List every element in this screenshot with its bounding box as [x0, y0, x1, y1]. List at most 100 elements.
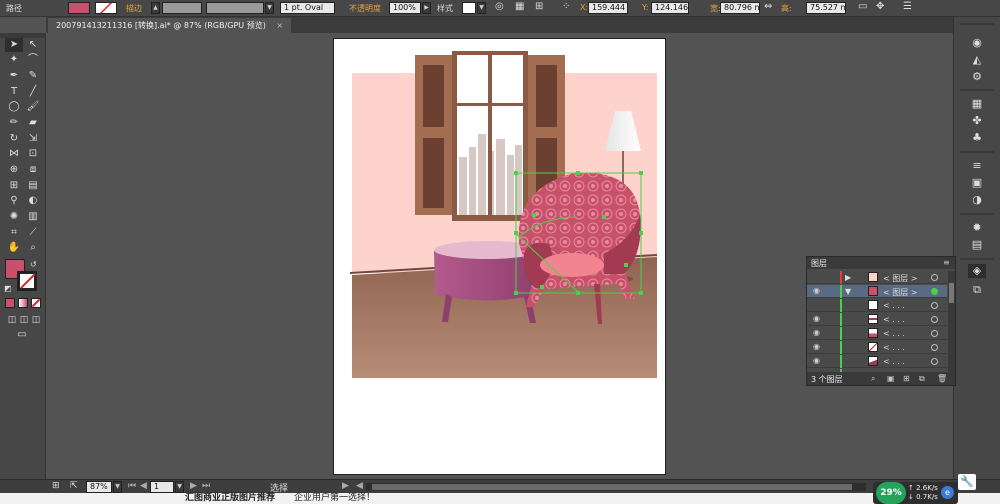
ad-subtext[interactable]: 企业用户第一选择！	[294, 493, 375, 504]
visibility-eye-icon[interactable]: ◉	[813, 314, 820, 323]
transparency-panel-icon[interactable]: ◑	[968, 193, 986, 207]
reference-point-icon[interactable]: ⁘	[562, 1, 570, 12]
selection-tool-icon[interactable]: ➤	[5, 38, 23, 52]
layer-row[interactable]: ◉ < . . .	[807, 355, 947, 368]
expand-arrow-icon[interactable]: ▶	[845, 273, 851, 282]
blend-tool-icon[interactable]: ◐	[24, 194, 42, 208]
gradient-tool-icon[interactable]: ▤	[24, 179, 42, 193]
gradient-panel-icon[interactable]: ▣	[968, 176, 986, 190]
target-icon[interactable]	[931, 274, 938, 281]
layer-row[interactable]: < . . .	[807, 299, 947, 312]
network-speed-widget[interactable]: 29% ↑ 2.6K/s ↓ 0.7K/s e	[873, 482, 958, 504]
graph-tool-icon[interactable]: ▥	[24, 210, 42, 224]
target-icon[interactable]	[931, 358, 938, 365]
arrange-icon[interactable]: ✥	[876, 1, 884, 12]
appearance-panel-icon[interactable]: ✹	[968, 221, 986, 235]
stroke-swatch[interactable]	[95, 2, 117, 14]
document-tab[interactable]: 200791413211316 [转换].ai* @ 87% (RGB/GPU …	[48, 18, 292, 33]
layer-row[interactable]: ◉ < . . .	[807, 313, 947, 326]
locate-object-icon[interactable]: ⌕	[871, 374, 875, 384]
browser-icon[interactable]: e	[941, 486, 954, 499]
brushes-panel-icon[interactable]: ✤	[968, 114, 986, 128]
screen-mode-icon[interactable]: ▭	[13, 328, 31, 342]
ellipse-tool-icon[interactable]: ◯	[5, 100, 23, 114]
direct-selection-tool-icon[interactable]: ↖	[24, 38, 42, 52]
artboards-panel-icon[interactable]: ⧉	[968, 283, 986, 297]
scroll-left-icon[interactable]: ◀	[356, 481, 363, 491]
hand-tool-icon[interactable]: ✋	[5, 241, 23, 255]
layers-panel-header[interactable]: 图层 ≡	[807, 257, 955, 269]
none-mode-icon[interactable]	[31, 298, 41, 308]
brush-field[interactable]: 1 pt. Oval	[280, 2, 335, 14]
eyedropper-tool-icon[interactable]: ⚲	[5, 194, 23, 208]
delete-layer-icon[interactable]: 🗑	[937, 374, 947, 383]
symbols-panel-icon[interactable]: ♣	[968, 131, 986, 145]
color-mode-icon[interactable]	[5, 298, 15, 308]
scale-tool-icon[interactable]: ⇲	[24, 132, 42, 146]
opacity-field[interactable]: 100%	[389, 2, 421, 14]
last-artboard-icon[interactable]: ⏭	[202, 481, 210, 491]
target-icon[interactable]	[931, 288, 938, 295]
style-swatch[interactable]	[462, 2, 476, 14]
create-sublayer-icon[interactable]: ⊞	[903, 374, 910, 383]
link-icon[interactable]: ⇔	[764, 1, 772, 12]
layers-scrollbar[interactable]	[948, 271, 955, 374]
zoom-dropdown[interactable]: ▼	[113, 481, 122, 493]
symbol-sprayer-tool-icon[interactable]: ✺	[5, 210, 23, 224]
horizontal-scrollbar[interactable]	[366, 483, 866, 491]
target-icon[interactable]	[931, 330, 938, 337]
free-transform-tool-icon[interactable]: ⊡	[24, 147, 42, 161]
magic-wand-tool-icon[interactable]: ✦	[5, 53, 23, 67]
shape-builder-tool-icon[interactable]: ⊕	[5, 163, 23, 177]
recolor-icon[interactable]: ◎	[495, 1, 504, 12]
layer-row[interactable]: ◉ ▼ < 图层 >	[807, 285, 947, 298]
paintbrush-tool-icon[interactable]: 🖌	[24, 100, 42, 114]
visibility-eye-icon[interactable]: ◉	[813, 356, 820, 365]
gradient-mode-icon[interactable]	[18, 298, 28, 308]
pen-tool-icon[interactable]: ✒	[5, 69, 23, 83]
variable-width-dropdown[interactable]: ▼	[265, 2, 274, 14]
make-clipping-mask-icon[interactable]: ▣	[887, 374, 895, 383]
opacity-dropdown[interactable]: ▶	[422, 2, 431, 14]
zoom-tool-icon[interactable]: ⌕	[24, 241, 42, 255]
x-field[interactable]: 159.444	[588, 2, 628, 14]
status-menu-arrow-icon[interactable]: ▶	[342, 481, 349, 491]
lasso-tool-icon[interactable]: ⌒	[24, 53, 42, 67]
curvature-tool-icon[interactable]: ✎	[24, 69, 42, 83]
visibility-eye-icon[interactable]: ◉	[813, 342, 820, 351]
ad-headline[interactable]: 汇图商业正版图片推荐	[185, 493, 275, 504]
stroke-panel-icon[interactable]: ≡	[968, 159, 986, 173]
height-field[interactable]: 75.527 mm	[806, 2, 846, 14]
dock-grip[interactable]	[960, 23, 994, 25]
color-guide-icon[interactable]: ◭	[968, 53, 986, 67]
visibility-eye-icon[interactable]: ◉	[813, 328, 820, 337]
swatches-panel-icon[interactable]: ▦	[968, 97, 986, 111]
share-icon[interactable]: ⇱	[70, 481, 78, 491]
stroke-label[interactable]: 描边	[126, 3, 142, 14]
collapse-arrow-icon[interactable]: ▼	[845, 287, 851, 296]
width-field[interactable]: 80.796 mm	[720, 2, 760, 14]
layer-row[interactable]: ◉ < . . .	[807, 341, 947, 354]
stroke-weight-field[interactable]	[162, 2, 202, 14]
target-icon[interactable]	[931, 344, 938, 351]
slice-tool-icon[interactable]: ⟋	[24, 226, 42, 240]
first-artboard-icon[interactable]: ⏮	[128, 481, 136, 491]
style-dropdown[interactable]: ▼	[477, 2, 486, 14]
default-colors-icon[interactable]: ◩	[4, 284, 12, 293]
stroke-stepper[interactable]: ▲	[151, 2, 160, 14]
draw-inside-icon[interactable]: ◫	[27, 313, 45, 327]
stroke-color-swatch[interactable]	[17, 271, 37, 291]
variable-width-field[interactable]	[206, 2, 264, 14]
artboard-number-field[interactable]: 1	[150, 481, 174, 493]
target-icon[interactable]	[931, 316, 938, 323]
new-layer-icon[interactable]: ⧉	[919, 374, 925, 384]
layer-row[interactable]: ▶ < 图层 >	[807, 271, 947, 284]
artboard-nav-icon[interactable]: ⊞	[52, 481, 60, 491]
artboard-tool-icon[interactable]: ⌗	[5, 226, 23, 240]
zoom-field[interactable]: 87%	[86, 481, 112, 493]
graphic-styles-icon[interactable]: ▤	[968, 238, 986, 252]
isolate-icon[interactable]: ▭	[858, 1, 867, 12]
panel-menu-icon[interactable]: ☰	[903, 1, 912, 12]
perspective-grid-tool-icon[interactable]: ⧈	[24, 163, 42, 177]
color-panel-icon[interactable]: ◉	[968, 36, 986, 50]
